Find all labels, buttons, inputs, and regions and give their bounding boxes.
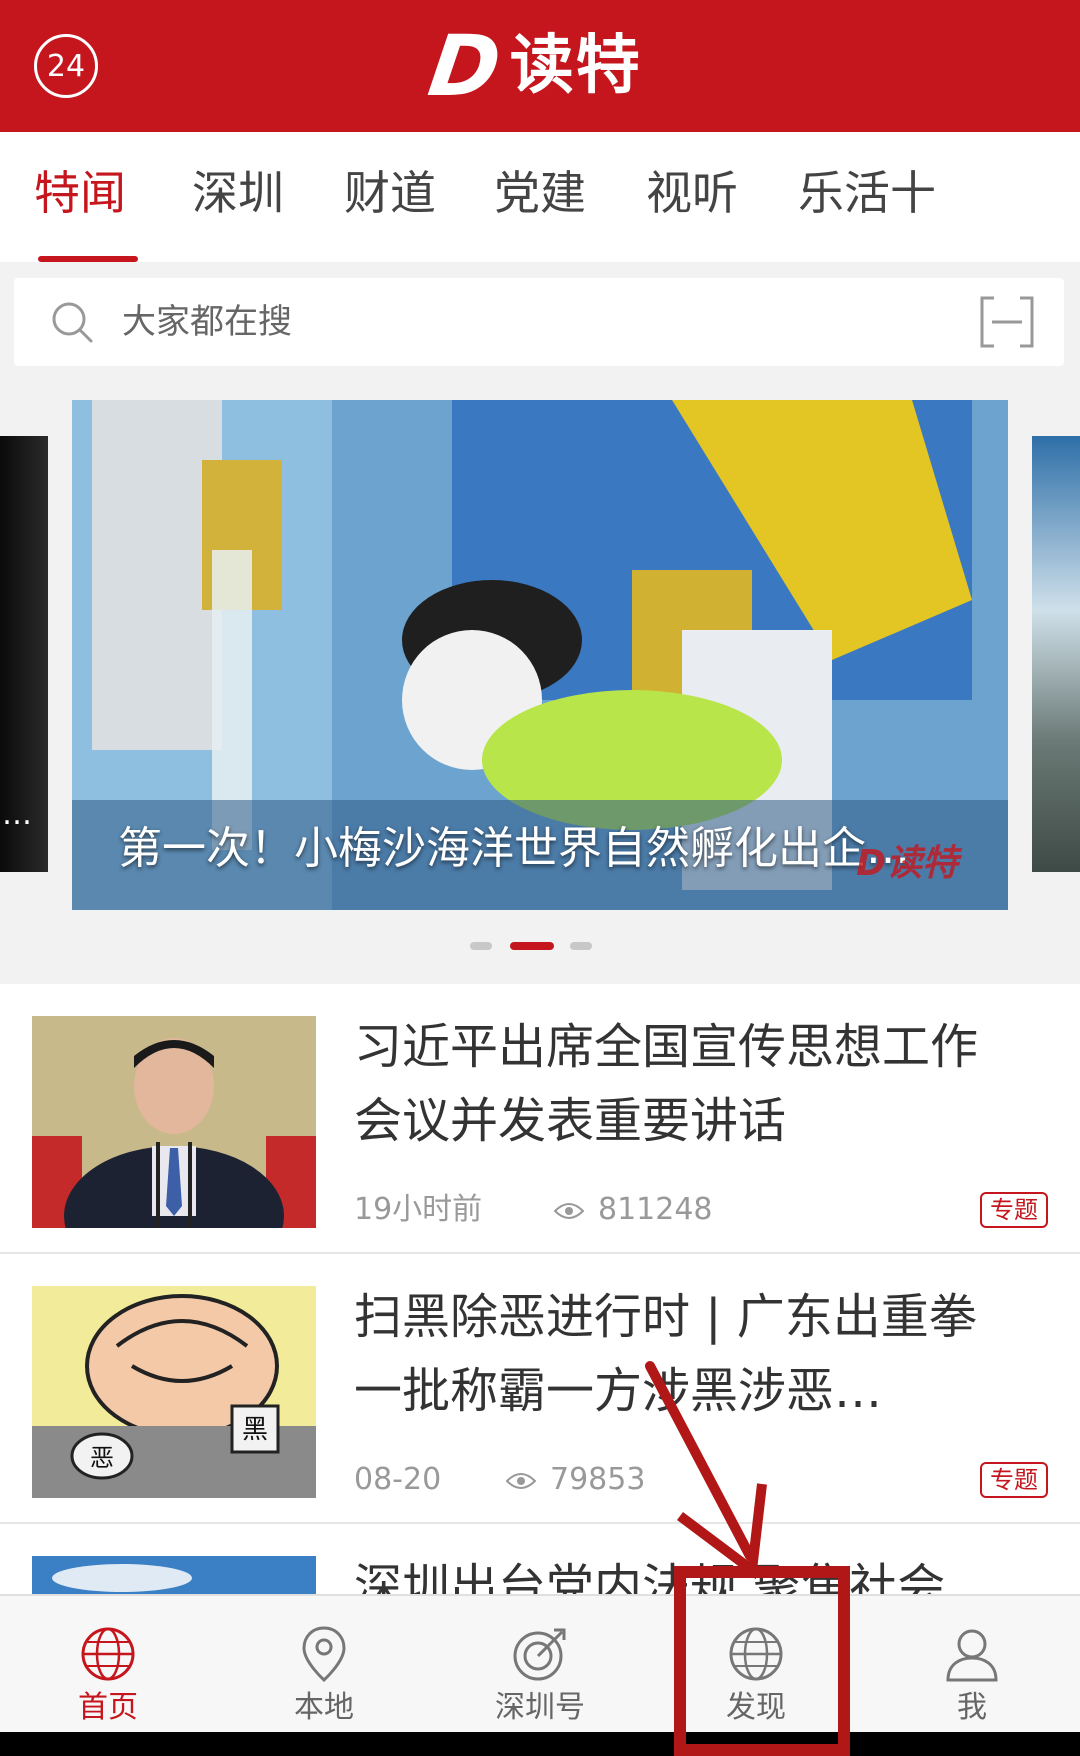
news-thumbnail	[32, 1016, 316, 1228]
globe-icon	[81, 1627, 135, 1681]
tab-tewen[interactable]: 特闻	[34, 170, 126, 216]
tab-dangjian[interactable]: 党建	[494, 170, 586, 216]
logo-text: 读特	[509, 29, 642, 103]
location-pin-icon	[302, 1626, 346, 1683]
user-icon	[946, 1629, 998, 1682]
topic-tag: 专题	[980, 1192, 1048, 1228]
nav-local[interactable]: 本地	[216, 1596, 432, 1734]
active-tab-indicator	[38, 256, 138, 262]
next-slide-peek[interactable]	[1032, 436, 1080, 872]
carousel-dot-active	[510, 942, 554, 950]
eye-icon	[554, 1202, 584, 1219]
topic-tag: 专题	[980, 1462, 1048, 1498]
clock-badge[interactable]: 24	[34, 34, 98, 98]
tabs-fade	[960, 132, 1080, 262]
bottom-navigation: 首页 本地 深圳号 发现 我	[0, 1594, 1080, 1732]
nav-label: 我	[957, 1690, 987, 1725]
target-icon	[513, 1628, 566, 1681]
news-time: 19小时前	[354, 1192, 483, 1227]
views-count: 811248	[598, 1192, 713, 1227]
news-title: 习近平出席全国宣传思想工作会议并发表重要讲话	[354, 1019, 979, 1149]
views-count: 79853	[550, 1462, 646, 1497]
search-placeholder: 大家都在搜	[122, 302, 292, 342]
search-icon	[52, 302, 93, 343]
annotation-highlight-box	[674, 1566, 850, 1756]
nav-label: 首页	[78, 1690, 138, 1725]
news-thumbnail: 恶 黑	[32, 1286, 316, 1498]
eye-icon	[506, 1472, 536, 1489]
prev-slide-peek[interactable]: …	[0, 436, 48, 872]
nav-shenzhen-hao[interactable]: 深圳号	[432, 1596, 648, 1734]
annotation-arrow-icon	[645, 1361, 767, 1580]
nav-home[interactable]: 首页	[0, 1596, 216, 1734]
tab-caidao[interactable]: 财道	[344, 170, 436, 216]
system-navigation-bar	[0, 1732, 1080, 1756]
app-screen: 24 D 读特 特闻 深圳 财道 党建 视听 乐活十 大家都在搜 … 第一次！小…	[0, 0, 1080, 1756]
news-item[interactable]: 恶 黑 扫黑除恶进行时 | 广东出重拳 一批称霸一方涉黑涉恶… 08-20 79…	[0, 1254, 1080, 1524]
scan-icon[interactable]	[980, 296, 1034, 348]
news-item[interactable]: 习近平出席全国宣传思想工作会议并发表重要讲话 19小时前 811248 专题	[0, 984, 1080, 1254]
svg-text:黑: 黑	[242, 1415, 268, 1445]
search-bar[interactable]: 大家都在搜	[14, 278, 1064, 366]
tab-lehuo[interactable]: 乐活十	[798, 170, 936, 216]
nav-label: 深圳号	[495, 1690, 585, 1725]
banner-carousel[interactable]: … 第一次！小梅沙海洋世界自然孵化出企… D读特	[0, 384, 1080, 950]
news-views: 79853	[506, 1462, 645, 1498]
tab-shenzhen[interactable]: 深圳	[192, 170, 284, 216]
carousel-dot	[570, 942, 592, 950]
svg-text:恶: 恶	[90, 1444, 114, 1472]
news-views: 811248	[554, 1192, 713, 1228]
app-logo: D 读特	[423, 17, 642, 115]
nav-label: 本地	[294, 1690, 354, 1725]
prev-slide-caption: …	[2, 797, 32, 832]
nav-me[interactable]: 我	[864, 1596, 1080, 1734]
slide-caption: 第一次！小梅沙海洋世界自然孵化出企…	[118, 823, 910, 874]
slide-watermark: D读特	[856, 843, 958, 884]
channel-tabs: 特闻 深圳 财道 党建 视听 乐活十	[0, 132, 1080, 262]
app-header: 24 D 读特	[0, 0, 1080, 132]
news-time: 08-20	[354, 1462, 442, 1497]
current-slide[interactable]: 第一次！小梅沙海洋世界自然孵化出企… D读特	[72, 400, 1008, 910]
tab-shiting[interactable]: 视听	[646, 170, 738, 216]
logo-mark: D	[423, 17, 503, 115]
carousel-dot	[470, 942, 492, 950]
